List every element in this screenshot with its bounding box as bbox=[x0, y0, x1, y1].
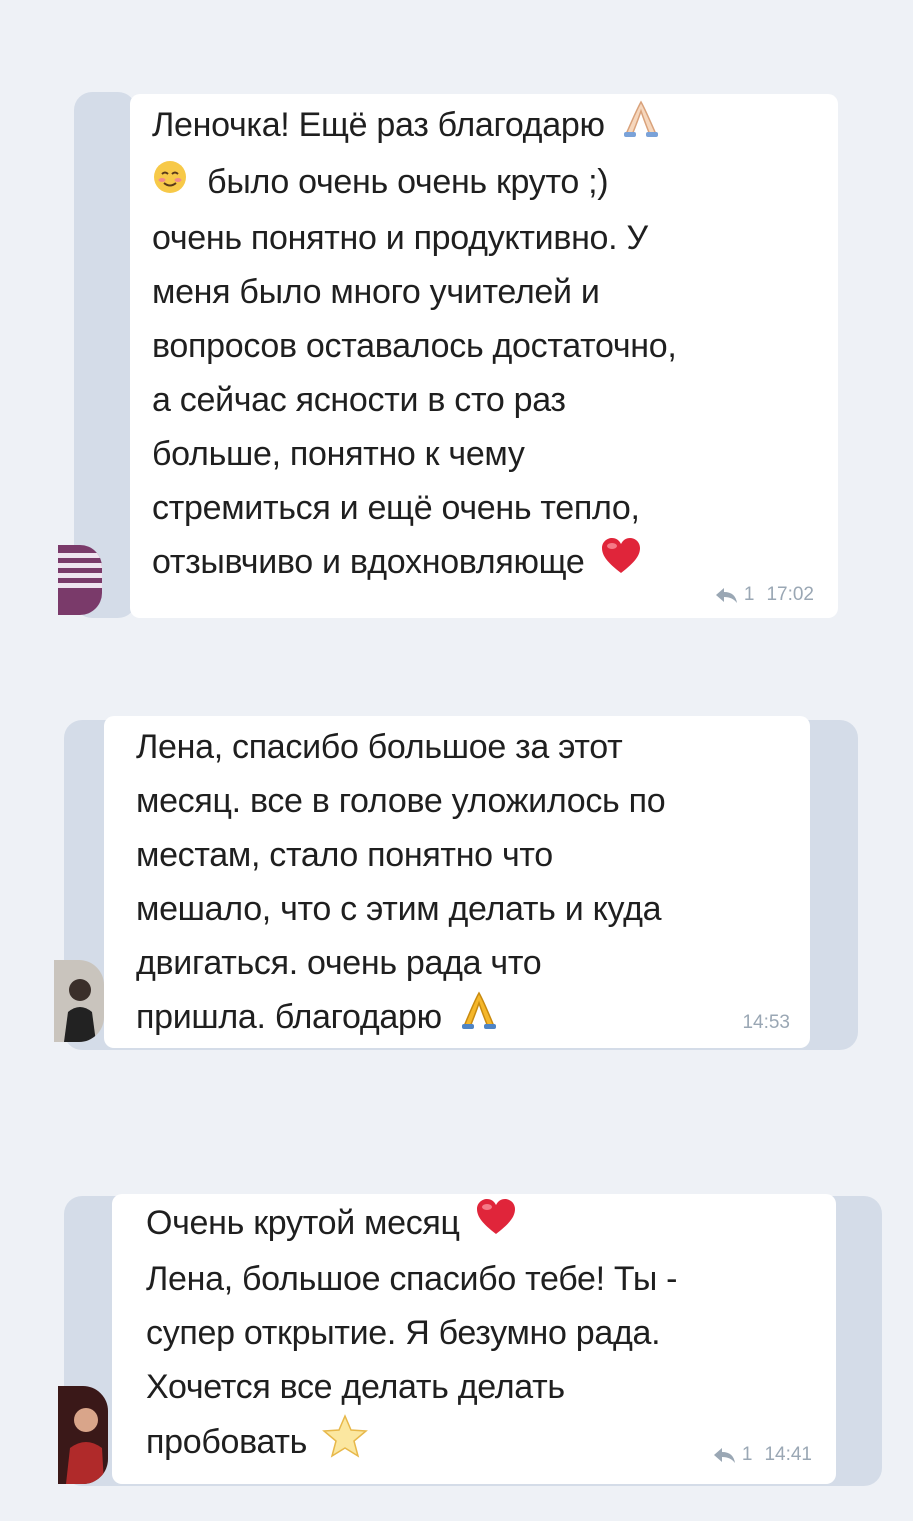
avatar[interactable] bbox=[54, 960, 104, 1042]
message-line: Лена, спасибо большое за этот bbox=[136, 728, 623, 766]
message-line: супер открытие. Я безумно рада. bbox=[146, 1314, 661, 1353]
pray-icon bbox=[457, 990, 501, 1048]
message-line: отзывчиво и вдохновляюще bbox=[152, 535, 838, 591]
avatar[interactable] bbox=[58, 545, 102, 615]
message-line: Лена, большое спасибо тебе! Ты - bbox=[146, 1260, 678, 1299]
message-bubble[interactable]: Лена, спасибо большое за этот месяц. все… bbox=[104, 716, 810, 1048]
reply-arrow-icon[interactable] bbox=[712, 1446, 736, 1464]
message-line: было очень очень круто ;) bbox=[152, 155, 838, 211]
message-line: Хочется все делать делать bbox=[146, 1368, 565, 1407]
avatar[interactable] bbox=[58, 1386, 108, 1484]
red-heart-icon bbox=[600, 537, 642, 591]
message-line: мешало, что с этим делать и куда bbox=[136, 890, 662, 928]
message-line: пришла. благодарю bbox=[136, 990, 810, 1048]
message-line: больше, понятно к чему bbox=[152, 435, 525, 474]
message-line: месяц. все в голове уложилось по bbox=[136, 782, 666, 820]
smiling-face-icon bbox=[152, 157, 188, 211]
message-time: 17:02 bbox=[766, 584, 814, 605]
message-meta: 1 14:41 bbox=[712, 1444, 812, 1466]
message-line: очень понятно и продуктивно. У bbox=[152, 219, 648, 258]
message-line: Очень крутой месяц bbox=[146, 1196, 836, 1252]
message-line: стремиться и ещё очень тепло, bbox=[152, 489, 640, 528]
message-bubble[interactable]: Очень крутой месяц Лена, большое спасибо… bbox=[112, 1194, 836, 1484]
reply-count: 1 bbox=[743, 584, 755, 605]
message-line: местам, стало понятно что bbox=[136, 836, 553, 874]
reply-count: 1 bbox=[741, 1444, 753, 1465]
message-bubble[interactable]: Леночка! Ещё раз благодарю было очень оч… bbox=[130, 94, 838, 618]
star-icon bbox=[322, 1414, 369, 1474]
reply-arrow-icon[interactable] bbox=[714, 586, 738, 604]
message-meta: 1 17:02 bbox=[714, 584, 814, 606]
message-meta: 14:53 bbox=[742, 1012, 790, 1034]
red-heart-icon bbox=[475, 1198, 517, 1252]
message-line: двигаться. очень рада что bbox=[136, 944, 542, 982]
message-time: 14:41 bbox=[764, 1444, 812, 1465]
message-time: 14:53 bbox=[742, 1012, 790, 1033]
chat-strip-1 bbox=[74, 92, 136, 618]
message-line: вопросов оставалось достаточно, bbox=[152, 327, 677, 366]
message-line: а сейчас ясности в сто раз bbox=[152, 381, 566, 420]
pray-icon bbox=[620, 99, 662, 155]
message-line: Леночка! Ещё раз благодарю bbox=[152, 98, 838, 155]
message-line: меня было много учителей и bbox=[152, 273, 600, 312]
